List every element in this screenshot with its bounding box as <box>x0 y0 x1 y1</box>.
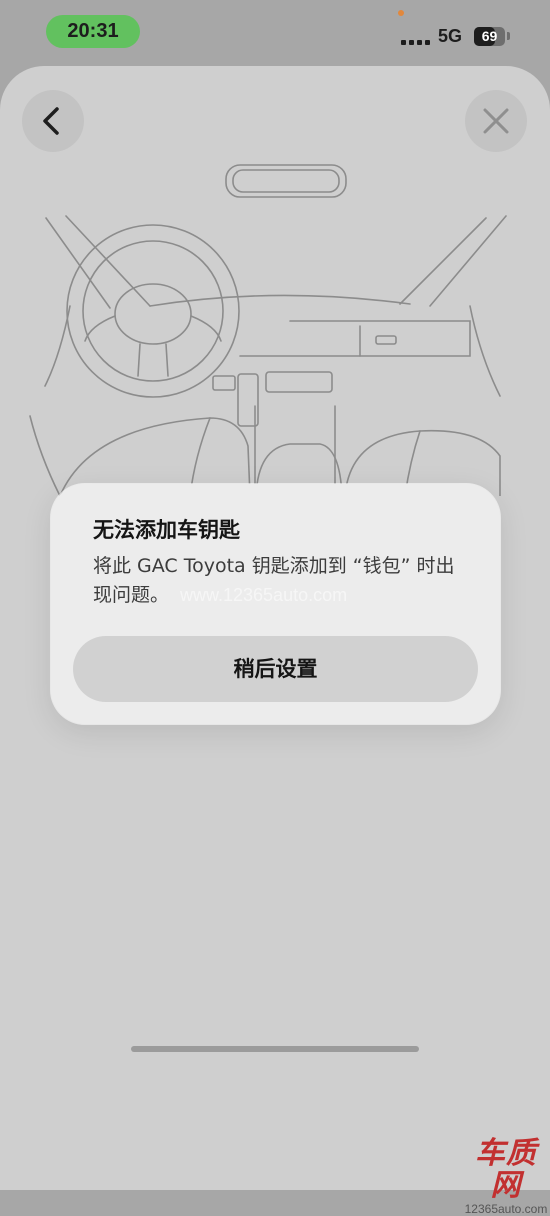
close-x-icon <box>483 108 509 134</box>
battery-tip <box>507 32 510 40</box>
camera-indicator-dot <box>398 10 404 16</box>
watermark-logo-text: 车质网 <box>475 1136 537 1203</box>
alert-title: 无法添加车钥匙 <box>93 518 240 542</box>
car-interior-illustration <box>29 164 507 496</box>
battery-level: 69 <box>481 28 498 44</box>
status-time[interactable]: 20:31 <box>46 15 140 48</box>
home-indicator[interactable] <box>131 1046 419 1052</box>
cellular-signal-icon <box>401 31 431 45</box>
chevron-left-icon <box>43 107 59 135</box>
back-button[interactable] <box>22 90 84 152</box>
watermark-logo-url: 12365auto.com <box>464 1202 548 1216</box>
watermark-url: www.12365auto.com <box>180 585 348 605</box>
battery-icon: 69 <box>474 27 505 46</box>
watermark-logo: 车质网 12365auto.com <box>462 1138 550 1216</box>
status-bar: 20:31 5G 69 <box>0 0 550 66</box>
network-type: 5G <box>438 26 463 46</box>
close-button[interactable] <box>465 90 527 152</box>
set-up-later-button[interactable]: 稍后设置 <box>73 636 478 702</box>
